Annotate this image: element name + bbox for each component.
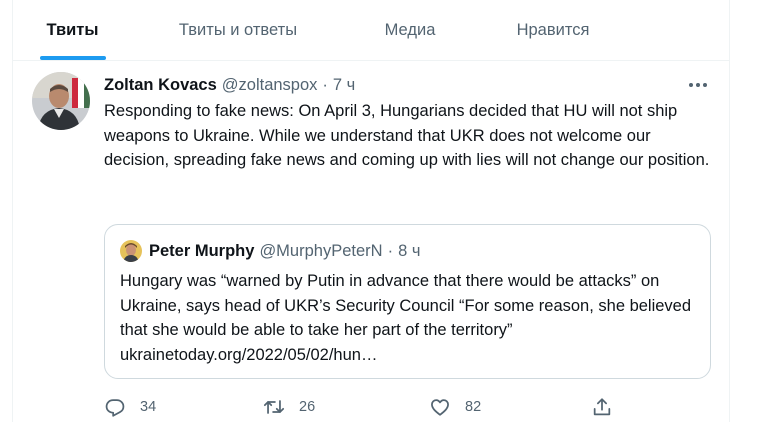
quoted-author-avatar: [120, 240, 142, 262]
author-avatar[interactable]: [32, 72, 90, 130]
quoted-separator-dot: ·: [387, 241, 394, 260]
tab-media-label: Медиа: [384, 20, 436, 39]
tweet-text: Responding to fake news: On April 3, Hun…: [104, 102, 710, 169]
heart-icon: [431, 399, 449, 416]
timeline-column: Твиты Твиты и ответы Медиа Нравится Zolt…: [12, 0, 730, 422]
reply-button[interactable]: 34: [104, 395, 156, 419]
profile-tabs: Твиты Твиты и ответы Медиа Нравится: [13, 0, 729, 61]
separator-dot: ·: [322, 75, 328, 94]
quoted-author-name: Peter Murphy: [149, 241, 255, 260]
share-button[interactable]: [591, 395, 613, 419]
quoted-tweet-header: Peter Murphy @MurphyPeterN · 8 ч: [149, 240, 420, 262]
like-button[interactable]: 82: [429, 395, 481, 419]
tweet-timestamp[interactable]: 7 ч: [333, 76, 355, 95]
reply-count: 34: [140, 399, 157, 415]
quoted-author-handle: @MurphyPeterN: [259, 241, 383, 260]
quoted-tweet-text: Hungary was “warned by Putin in advance …: [120, 272, 692, 364]
share-icon: [593, 398, 611, 416]
tab-likes[interactable]: Нравится: [476, 0, 630, 60]
tab-tweets-and-replies-label: Твиты и ответы: [178, 20, 298, 39]
tab-tweets-label: Твиты: [46, 20, 99, 39]
retweet-count: 26: [299, 399, 316, 415]
tab-media[interactable]: Медиа: [344, 0, 476, 60]
tab-tweets-and-replies[interactable]: Твиты и ответы: [132, 0, 344, 60]
author-handle[interactable]: @zoltanspox: [222, 76, 318, 95]
quoted-timestamp: 8 ч: [398, 241, 421, 260]
reply-icon: [105, 399, 125, 417]
tab-likes-label: Нравится: [516, 20, 590, 39]
author-name[interactable]: Zoltan Kovacs: [104, 76, 217, 95]
tab-tweets[interactable]: Твиты: [13, 0, 132, 60]
like-count: 82: [465, 399, 482, 415]
retweet-button[interactable]: 26: [263, 395, 315, 419]
more-horizontal-icon[interactable]: [687, 76, 709, 94]
retweet-icon: [263, 400, 285, 414]
active-tab-indicator: [39, 56, 106, 60]
tweet-header: Zoltan Kovacs @zoltanspox · 7 ч: [104, 74, 355, 96]
quoted-tweet[interactable]: Peter Murphy @MurphyPeterN · 8 ч Hungary…: [104, 224, 711, 379]
